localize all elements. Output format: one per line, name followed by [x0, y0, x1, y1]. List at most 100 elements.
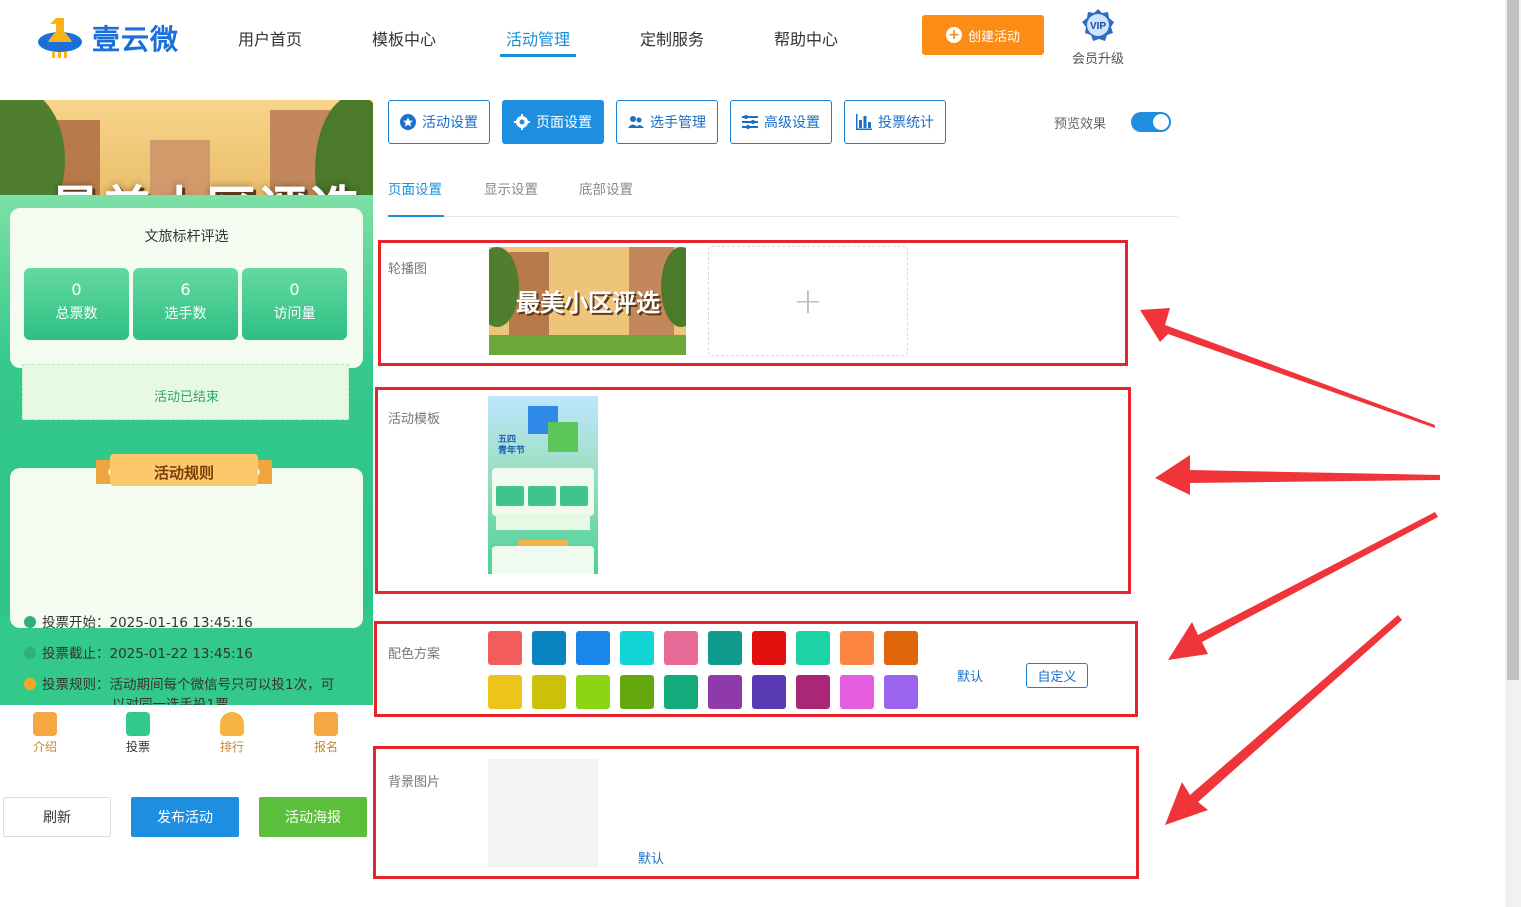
stat-candidates-value: 6	[180, 280, 191, 299]
template-thumb-title-2: 青年节	[498, 446, 526, 456]
color-swatch[interactable]	[576, 675, 610, 709]
color-swatch[interactable]	[752, 675, 786, 709]
subtab-footer-settings[interactable]: 底部设置	[579, 178, 633, 198]
tab-ranking[interactable]: 排行	[202, 712, 262, 755]
stat-total-votes-value: 0	[71, 280, 82, 299]
color-swatch[interactable]	[532, 631, 566, 665]
star-icon	[400, 114, 416, 130]
subtab-page-settings[interactable]: 页面设置	[388, 178, 442, 198]
color-swatch[interactable]	[708, 631, 742, 665]
clock-icon	[24, 616, 36, 628]
background-default-button[interactable]: 默认	[638, 848, 664, 867]
module-activity-settings[interactable]: 活动设置	[388, 100, 490, 144]
nav-activity-management[interactable]: 活动管理	[506, 26, 570, 50]
sliders-icon	[742, 115, 758, 129]
edit-icon	[314, 712, 338, 736]
poster-button[interactable]: 活动海报	[259, 797, 367, 837]
refresh-button[interactable]: 刷新	[3, 797, 111, 837]
color-custom-button[interactable]: 自定义	[1026, 663, 1088, 688]
tab-signup[interactable]: 报名	[296, 712, 356, 755]
arrow-icon	[1168, 512, 1438, 660]
color-swatch[interactable]	[884, 675, 918, 709]
color-swatch[interactable]	[796, 675, 830, 709]
background-image-upload[interactable]	[488, 759, 598, 867]
subtab-active-indicator	[388, 215, 444, 217]
carousel-image-title: 最美小区评选	[516, 288, 660, 317]
color-swatch[interactable]	[840, 675, 874, 709]
rule-start: 投票开始：2025-01-16 13:45:16	[24, 611, 253, 631]
bar-chart-icon	[856, 114, 872, 130]
arrow-icon	[1155, 455, 1440, 495]
tab-intro[interactable]: 介绍	[15, 712, 75, 755]
color-scheme-label: 配色方案	[388, 647, 441, 662]
stat-total-votes: 0 总票数	[24, 268, 129, 340]
color-swatch[interactable]	[884, 631, 918, 665]
annotation-arrows	[1140, 308, 1440, 825]
carousel-add-button[interactable]: +	[708, 246, 908, 356]
stat-visits-value: 0	[289, 280, 300, 299]
nav-active-indicator	[500, 54, 576, 57]
color-swatch[interactable]	[488, 675, 522, 709]
publish-button[interactable]: 发布活动	[131, 797, 239, 837]
nav-help-center[interactable]: 帮助中心	[774, 26, 838, 50]
color-swatch[interactable]	[752, 631, 786, 665]
module-vote-statistics[interactable]: 投票统计	[844, 100, 946, 144]
carousel-label: 轮播图	[388, 262, 428, 277]
vip-upgrade-label: 会员升级	[1071, 52, 1124, 67]
stats-card-title: 文旅标杆评选	[144, 229, 229, 245]
vip-badge-text: VIP	[1090, 21, 1106, 32]
subtab-divider	[388, 216, 1178, 217]
color-swatch[interactable]	[532, 675, 566, 709]
color-swatch[interactable]	[840, 631, 874, 665]
vip-badge-icon: VIP	[1082, 9, 1114, 41]
color-swatch[interactable]	[620, 631, 654, 665]
preview-toggle-knob[interactable]	[1153, 114, 1169, 130]
info-icon	[24, 678, 36, 690]
create-activity-label: 创建活动	[967, 29, 1020, 45]
color-swatch[interactable]	[620, 675, 654, 709]
module-candidate-management[interactable]: 选手管理	[616, 100, 718, 144]
color-default-button[interactable]: 默认	[957, 666, 983, 685]
vote-icon	[126, 712, 150, 736]
background-label: 背景图片	[388, 775, 441, 790]
rules-card	[10, 468, 363, 628]
subtab-display-settings[interactable]: 显示设置	[484, 178, 538, 198]
tab-vote[interactable]: 投票	[108, 712, 168, 755]
gear-icon	[514, 114, 530, 130]
nav-home[interactable]: 用户首页	[238, 26, 302, 50]
rule-voting-cont: 以对同一选手投1票	[112, 697, 229, 705]
top-navigation	[0, 0, 1505, 72]
template-thumbnail[interactable]	[488, 396, 598, 590]
module-advanced-settings[interactable]: 高级设置	[730, 100, 832, 144]
nav-templates[interactable]: 模板中心	[372, 26, 436, 50]
stat-total-votes-label: 总票数	[55, 306, 98, 322]
color-swatch[interactable]	[488, 631, 522, 665]
template-label: 活动模板	[388, 412, 441, 427]
stat-visits: 0 访问量	[242, 268, 347, 340]
page-scrollbar-thumb[interactable]	[1507, 0, 1519, 680]
arrow-icon	[1140, 308, 1435, 428]
activity-status: 活动已结束	[153, 390, 219, 405]
module-page-settings[interactable]: 页面设置	[502, 100, 604, 144]
trophy-icon	[220, 712, 244, 736]
stat-visits-label: 访问量	[273, 306, 316, 322]
stat-candidates: 6 选手数	[133, 268, 238, 340]
nav-custom-service[interactable]: 定制服务	[640, 26, 704, 50]
color-swatch[interactable]	[576, 631, 610, 665]
vip-upgrade[interactable]: VIP 会员升级	[1066, 8, 1130, 67]
stat-candidates-label: 选手数	[164, 306, 207, 322]
preview-toggle-label: 预览效果	[1054, 117, 1107, 132]
color-swatch[interactable]	[708, 675, 742, 709]
color-swatch[interactable]	[796, 631, 830, 665]
color-swatch[interactable]	[664, 675, 698, 709]
color-swatch[interactable]	[664, 631, 698, 665]
brand-name[interactable]: 壹云微	[92, 18, 179, 58]
clock-icon	[24, 647, 36, 659]
rules-title: 活动规则	[153, 464, 214, 482]
document-icon	[33, 712, 57, 736]
plus-icon: +	[945, 27, 962, 43]
rule-voting: 投票规则：活动期间每个微信号只可以投1次，可	[24, 673, 334, 693]
create-activity-button[interactable]: + 创建活动	[922, 15, 1044, 55]
users-icon	[628, 116, 644, 128]
rule-end: 投票截止：2025-01-22 13:45:16	[24, 642, 253, 662]
